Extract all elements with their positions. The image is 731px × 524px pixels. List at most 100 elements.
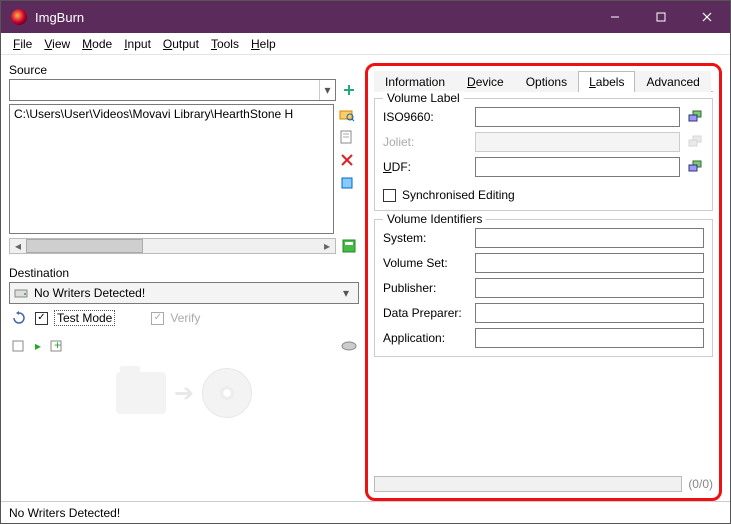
refresh-icon <box>12 311 26 325</box>
erase-disc-button[interactable] <box>339 336 359 356</box>
build-action-button[interactable]: ➔ <box>9 368 359 418</box>
destination-options-row: ✓ Test Mode ✓ Verify <box>9 308 359 328</box>
tab-advanced[interactable]: Advanced <box>635 71 710 92</box>
tab-information[interactable]: Information <box>374 71 456 92</box>
publisher-input[interactable] <box>475 278 704 298</box>
window-title: ImgBurn <box>35 10 592 25</box>
drive-icon <box>14 286 28 300</box>
browse-folder-button[interactable] <box>337 104 357 124</box>
iso9660-input[interactable] <box>475 107 680 127</box>
svg-text:+: + <box>54 339 61 352</box>
source-hscrollbar[interactable]: ◂ ▸ <box>9 238 336 254</box>
maximize-button[interactable] <box>638 1 684 33</box>
close-button[interactable] <box>684 1 730 33</box>
volume-identifiers-legend: Volume Identifiers <box>383 212 486 226</box>
item-properties-button[interactable] <box>337 173 357 193</box>
source-listbox[interactable]: C:\Users\User\Videos\Movavi Library\Hear… <box>9 104 334 234</box>
volume-set-label: Volume Set: <box>383 256 469 270</box>
publisher-label: Publisher: <box>383 281 469 295</box>
scroll-track[interactable] <box>26 239 319 253</box>
destination-value: No Writers Detected! <box>34 286 145 300</box>
scroll-left-icon[interactable]: ◂ <box>10 239 26 253</box>
volume-label-group: Volume Label ISO9660: Joliet: UDF: <box>374 98 713 211</box>
system-label: System: <box>383 231 469 245</box>
queue-add-button[interactable]: + <box>47 336 67 356</box>
add-source-button[interactable] <box>339 80 359 100</box>
tab-device[interactable]: Device <box>456 71 515 92</box>
list-item[interactable]: C:\Users\User\Videos\Movavi Library\Hear… <box>14 107 329 121</box>
tab-labels[interactable]: Labels <box>578 71 635 92</box>
edit-icon <box>339 129 355 145</box>
application-input[interactable] <box>475 328 704 348</box>
volume-label-legend: Volume Label <box>383 91 464 105</box>
status-text: No Writers Detected! <box>9 506 120 520</box>
source-combo[interactable]: ▾ <box>9 79 336 101</box>
menu-view[interactable]: View <box>38 35 76 53</box>
app-window: ImgBurn File View Mode Input Output Tool… <box>0 0 731 524</box>
verify-checkbox: ✓ <box>151 312 164 325</box>
verify-label: Verify <box>170 311 200 325</box>
destination-combo[interactable]: No Writers Detected! ▾ <box>9 282 359 304</box>
queue-icon <box>12 339 26 353</box>
iso9660-helper-button[interactable] <box>686 108 704 126</box>
calc-icon <box>341 238 357 254</box>
menu-help[interactable]: Help <box>245 35 282 53</box>
remove-icon <box>340 153 354 167</box>
destination-label: Destination <box>9 266 359 280</box>
title-bar: ImgBurn <box>1 1 730 33</box>
iso9660-label: ISO9660: <box>383 110 469 124</box>
source-action-column <box>337 104 359 234</box>
udf-helper-button[interactable] <box>686 158 704 176</box>
volume-identifiers-group: Volume Identifiers System: Volume Set: P… <box>374 219 713 357</box>
left-panel: Source ▾ C:\Users\User\Videos\Movavi Lib… <box>9 63 359 501</box>
udf-input[interactable] <box>475 157 680 177</box>
folder-icon <box>116 372 166 414</box>
progress-text: (0/0) <box>688 477 713 491</box>
data-preparer-input[interactable] <box>475 303 704 323</box>
udf-label: UDF: <box>383 160 469 174</box>
data-preparer-label: Data Preparer: <box>383 306 469 320</box>
source-label: Source <box>9 63 359 77</box>
disc-icon <box>202 368 252 418</box>
minimize-button[interactable] <box>592 1 638 33</box>
edit-item-button[interactable] <box>337 127 357 147</box>
chevron-down-icon[interactable]: ▾ <box>319 80 335 100</box>
progress-row: (0/0) <box>374 476 713 492</box>
menu-input[interactable]: Input <box>118 35 157 53</box>
joliet-input <box>475 132 680 152</box>
menu-output[interactable]: Output <box>157 35 205 53</box>
tab-bar: Information Device Options Labels Advanc… <box>374 70 713 92</box>
queue-add-icon: + <box>50 339 64 353</box>
disc-icon <box>341 341 357 351</box>
joliet-helper-button <box>686 133 704 151</box>
queue-button[interactable] <box>9 336 29 356</box>
plus-icon <box>342 83 356 97</box>
test-mode-label[interactable]: Test Mode <box>54 310 115 326</box>
play-icon[interactable]: ▸ <box>35 339 41 353</box>
menu-tools[interactable]: Tools <box>205 35 245 53</box>
synchronised-editing-label[interactable]: Synchronised Editing <box>402 188 515 202</box>
menu-bar: File View Mode Input Output Tools Help <box>1 33 730 55</box>
app-icon <box>11 9 27 25</box>
scroll-right-icon[interactable]: ▸ <box>319 239 335 253</box>
chevron-down-icon[interactable]: ▾ <box>338 286 354 300</box>
synchronised-editing-checkbox[interactable] <box>383 189 396 202</box>
tab-options[interactable]: Options <box>515 71 578 92</box>
test-mode-checkbox[interactable]: ✓ <box>35 312 48 325</box>
menu-mode[interactable]: Mode <box>76 35 118 53</box>
volume-set-input[interactable] <box>475 253 704 273</box>
remove-item-button[interactable] <box>337 150 357 170</box>
calculator-button[interactable] <box>339 236 359 256</box>
props-icon <box>340 176 354 190</box>
right-panel: Information Device Options Labels Advanc… <box>365 63 722 501</box>
folder-search-icon <box>339 106 355 122</box>
content-area: Source ▾ C:\Users\User\Videos\Movavi Lib… <box>1 55 730 501</box>
refresh-button[interactable] <box>9 308 29 328</box>
menu-file[interactable]: File <box>7 35 38 53</box>
joliet-label: Joliet: <box>383 135 469 149</box>
system-input[interactable] <box>475 228 704 248</box>
arrow-right-icon: ➔ <box>174 379 194 408</box>
application-label: Application: <box>383 331 469 345</box>
status-bar: No Writers Detected! <box>1 501 730 523</box>
scroll-thumb[interactable] <box>26 239 143 253</box>
